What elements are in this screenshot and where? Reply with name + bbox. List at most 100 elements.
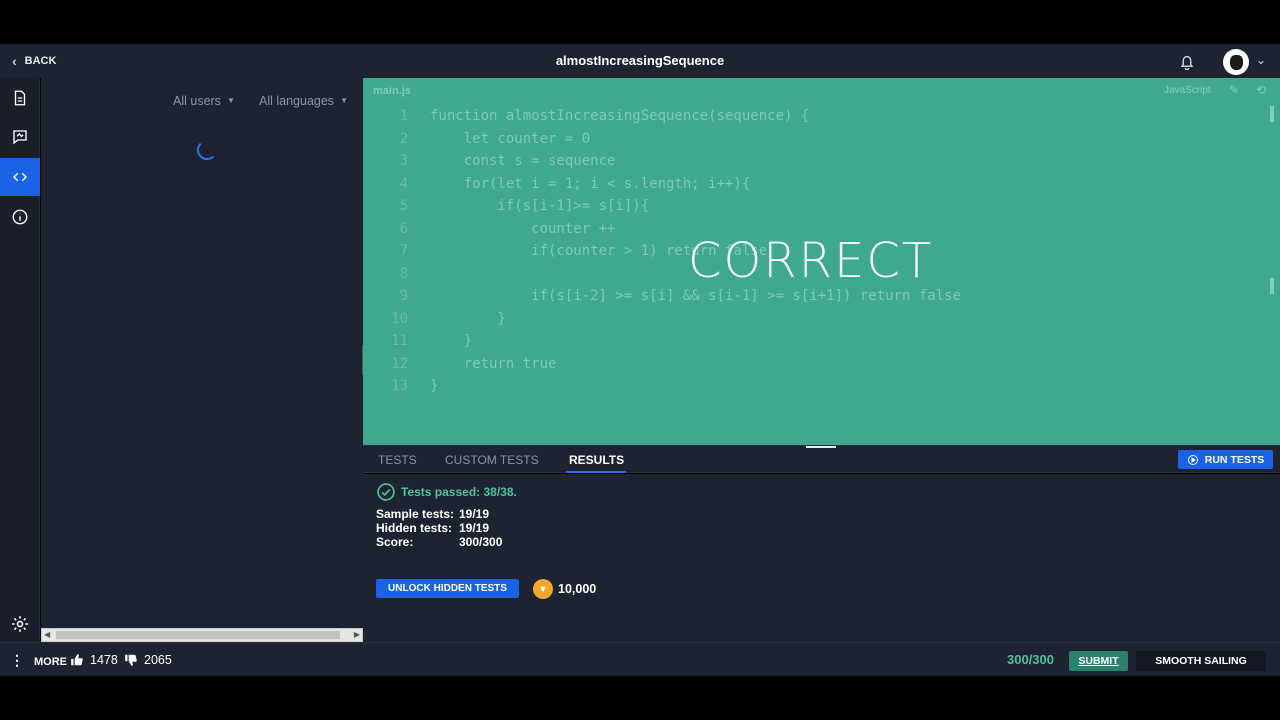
caret-down-icon: ▼ — [340, 96, 348, 105]
languages-filter[interactable]: All languages ▼ — [259, 94, 348, 108]
score-value: 300/300 — [459, 535, 503, 549]
check-circle-icon — [377, 483, 395, 501]
scroll-right-arrow[interactable]: ▶ — [354, 629, 360, 641]
thumbs-up-icon — [71, 654, 83, 666]
code-line: 5 if(s[i-1]>= s[i]){ — [363, 195, 1280, 218]
line-code: counter ++ — [430, 220, 616, 237]
hidden-tests-row: Hidden tests: 19/19 — [376, 521, 489, 535]
tab-results[interactable]: RESULTS — [569, 453, 624, 467]
code-line: 1 function almostIncreasingSequence(seque… — [363, 105, 1280, 128]
loading-spinner — [197, 140, 217, 160]
active-tab-indicator — [566, 471, 626, 473]
editor-resize-handle[interactable] — [806, 446, 836, 448]
tests-tabs: TESTS CUSTOM TESTS RESULTS RUN TESTS — [363, 445, 1280, 473]
line-code: for(let i = 1; i < s.length; i++){ — [430, 175, 751, 192]
code-line: 13} — [363, 375, 1280, 398]
footer-bar: ⋮ MORE 1478 2065 300/300 SUBMIT SMOOTH SA… — [0, 642, 1280, 676]
left-rail — [0, 78, 40, 642]
back-button[interactable]: ‹ BACK — [12, 44, 56, 78]
hidden-tests-label: Hidden tests: — [376, 521, 453, 535]
tab-custom-tests[interactable]: CUSTOM TESTS — [445, 453, 539, 467]
chevron-down-icon[interactable]: ⌄ — [1256, 53, 1266, 67]
submit-button[interactable]: SUBMIT — [1069, 651, 1128, 671]
sample-tests-row: Sample tests: 19/19 — [376, 507, 489, 521]
line-number: 7 — [399, 243, 408, 259]
line-code: return true — [430, 355, 557, 372]
line-number: 4 — [399, 175, 408, 192]
info-icon — [12, 209, 28, 225]
line-number: 6 — [399, 220, 408, 237]
scroll-left-arrow[interactable]: ◀ — [44, 629, 50, 641]
tests-passed-status: Tests passed: 38/38. — [376, 482, 517, 502]
line-number: 12 — [391, 355, 408, 372]
language-selector[interactable]: JavaScript — [1164, 85, 1211, 96]
document-icon — [14, 90, 26, 106]
avatar[interactable] — [1223, 49, 1249, 75]
line-code: } — [430, 378, 439, 394]
footer-score: 300/300 — [1007, 652, 1054, 667]
line-code: const s = sequence — [430, 153, 616, 169]
line-number: 3 — [399, 153, 408, 169]
code-line: 12 return true — [363, 353, 1280, 376]
description-tab[interactable] — [0, 79, 40, 117]
code-editor[interactable]: main.js JavaScript ✎ ⟲ 1 function almostI… — [363, 78, 1280, 445]
upvote-button[interactable]: 1478 — [70, 643, 118, 677]
reset-icon[interactable]: ⟲ — [1256, 83, 1266, 97]
scrollbar-thumb[interactable] — [56, 631, 340, 639]
downvote-button[interactable]: 2065 — [124, 643, 172, 677]
sample-tests-label: Sample tests: — [376, 507, 455, 521]
page-title: almostIncreasingSequence — [555, 53, 725, 68]
line-number: 5 — [399, 198, 408, 214]
line-code: function almostIncreasingSequence(sequen… — [430, 108, 810, 124]
mode-selector[interactable]: SMOOTH SAILING — [1136, 651, 1266, 671]
line-number: 1 — [399, 108, 408, 124]
likes-count: 1478 — [90, 653, 118, 667]
line-code: let counter = 0 — [430, 130, 591, 147]
users-filter-label: All users — [173, 94, 221, 108]
code-line: 10 } — [363, 308, 1280, 331]
play-icon — [1187, 454, 1198, 465]
line-number: 13 — [391, 378, 408, 394]
run-tests-button[interactable]: RUN TESTS — [1178, 450, 1273, 469]
line-number: 9 — [399, 288, 408, 304]
more-button[interactable]: ⋮ MORE — [10, 643, 67, 679]
sample-tests-value: 19/19 — [459, 507, 490, 521]
users-filter[interactable]: All users ▼ — [173, 94, 235, 108]
code-line: 2 let counter = 0 — [363, 128, 1280, 151]
more-label: MORE — [34, 656, 67, 668]
dislikes-count: 2065 — [144, 653, 172, 667]
tests-passed-text: Tests passed: 38/38. — [401, 485, 517, 499]
score-row: Score: 300/300 — [376, 535, 502, 549]
horizontal-scrollbar[interactable]: ◀ ▶ — [41, 628, 363, 642]
code-icon — [12, 172, 28, 182]
unlock-cost: 10,000 — [558, 582, 597, 596]
code-line: 4 for(let i = 1; i < s.length; i++){ — [363, 173, 1280, 196]
line-code: if(s[i-1]>= s[i]){ — [430, 198, 650, 214]
line-code: } — [430, 310, 506, 327]
results-panel: Tests passed: 38/38. Sample tests: 19/19… — [363, 474, 1280, 642]
pencil-icon[interactable]: ✎ — [1229, 83, 1239, 97]
back-label: BACK — [24, 55, 57, 67]
top-bar: ‹ BACK almostIncreasingSequence ⌄ — [0, 44, 1280, 78]
code-line: 11 } — [363, 330, 1280, 353]
solutions-tab[interactable] — [0, 158, 40, 196]
correct-overlay: CORRECT — [688, 233, 934, 289]
run-tests-label: RUN TESTS — [1204, 453, 1265, 466]
editor-scrollbar-marker — [1270, 278, 1274, 294]
coin-icon: ▾ — [533, 579, 553, 599]
caret-down-icon: ▼ — [226, 96, 235, 105]
line-code: } — [430, 333, 473, 349]
line-number: 8 — [399, 265, 408, 282]
languages-filter-label: All languages — [259, 94, 335, 108]
discussion-tab[interactable] — [0, 118, 40, 156]
thumbs-down-icon — [125, 654, 137, 666]
bell-icon[interactable] — [1177, 52, 1197, 72]
more-dots-icon: ⋮ — [10, 652, 24, 668]
editor-scrollbar[interactable] — [1270, 106, 1274, 122]
line-number: 11 — [391, 333, 408, 349]
unlock-hidden-tests-button[interactable]: UNLOCK HIDDEN TESTS — [376, 579, 519, 598]
gear-icon[interactable] — [10, 614, 30, 634]
line-number: 2 — [399, 130, 408, 147]
tab-tests[interactable]: TESTS — [378, 453, 417, 467]
info-tab[interactable] — [0, 198, 40, 236]
